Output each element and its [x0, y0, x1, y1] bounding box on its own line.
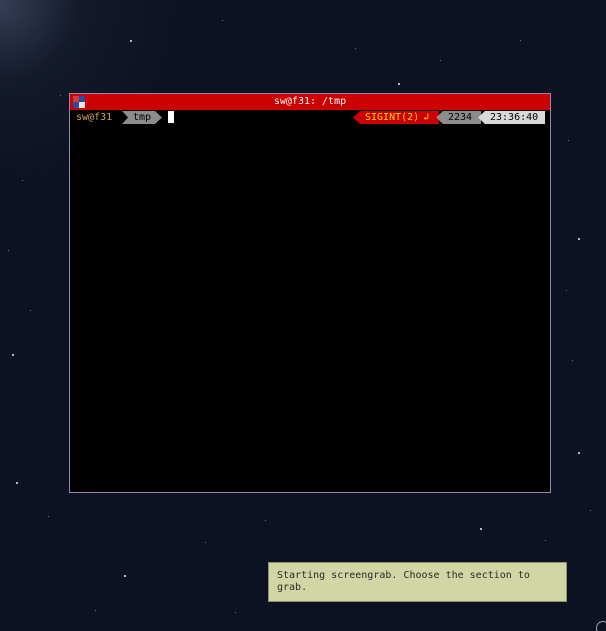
star: [398, 83, 400, 85]
shell-prompt-line[interactable]: sw@f31 tmp SIGINT(2) ↲ 2234 23:36:40: [70, 111, 550, 124]
star: [572, 360, 573, 361]
window-title: sw@f31: /tmp: [273, 96, 347, 107]
star: [235, 612, 236, 613]
star: [48, 516, 49, 517]
pid-status: 2234: [436, 111, 481, 124]
star: [8, 250, 9, 251]
star: [578, 238, 580, 240]
exit-signal-status: SIGINT(2) ↲: [353, 111, 439, 124]
star: [130, 40, 132, 42]
star: [440, 60, 441, 61]
screengrab-notification[interactable]: Starting screengrab. Choose the section …: [268, 562, 567, 602]
star: [566, 290, 567, 291]
star: [60, 95, 61, 96]
corner-circle-icon: [596, 621, 606, 631]
star: [568, 140, 569, 141]
star: [12, 354, 14, 356]
star: [480, 528, 482, 530]
prompt-directory: tmp: [122, 111, 162, 124]
star: [95, 610, 96, 611]
star: [16, 482, 18, 484]
star: [355, 48, 356, 49]
signal-text: SIGINT(2): [365, 112, 420, 123]
clock-status: 23:36:40: [478, 111, 545, 124]
star: [205, 542, 206, 543]
star: [30, 310, 31, 311]
star: [590, 510, 591, 511]
star: [578, 452, 580, 454]
star: [520, 40, 521, 41]
text-cursor: [168, 111, 174, 123]
star: [545, 540, 546, 541]
star: [124, 575, 126, 577]
star: [222, 20, 223, 21]
return-icon: ↲: [423, 112, 430, 123]
notification-text: Starting screengrab. Choose the section …: [277, 570, 530, 593]
terminal-window[interactable]: sw@f31: /tmp sw@f31 tmp SIGINT(2) ↲ 2234 …: [69, 93, 551, 493]
titlebar[interactable]: sw@f31: /tmp: [70, 94, 550, 110]
star: [22, 180, 23, 181]
prompt-user-host: sw@f31: [76, 112, 113, 123]
star: [265, 520, 266, 521]
